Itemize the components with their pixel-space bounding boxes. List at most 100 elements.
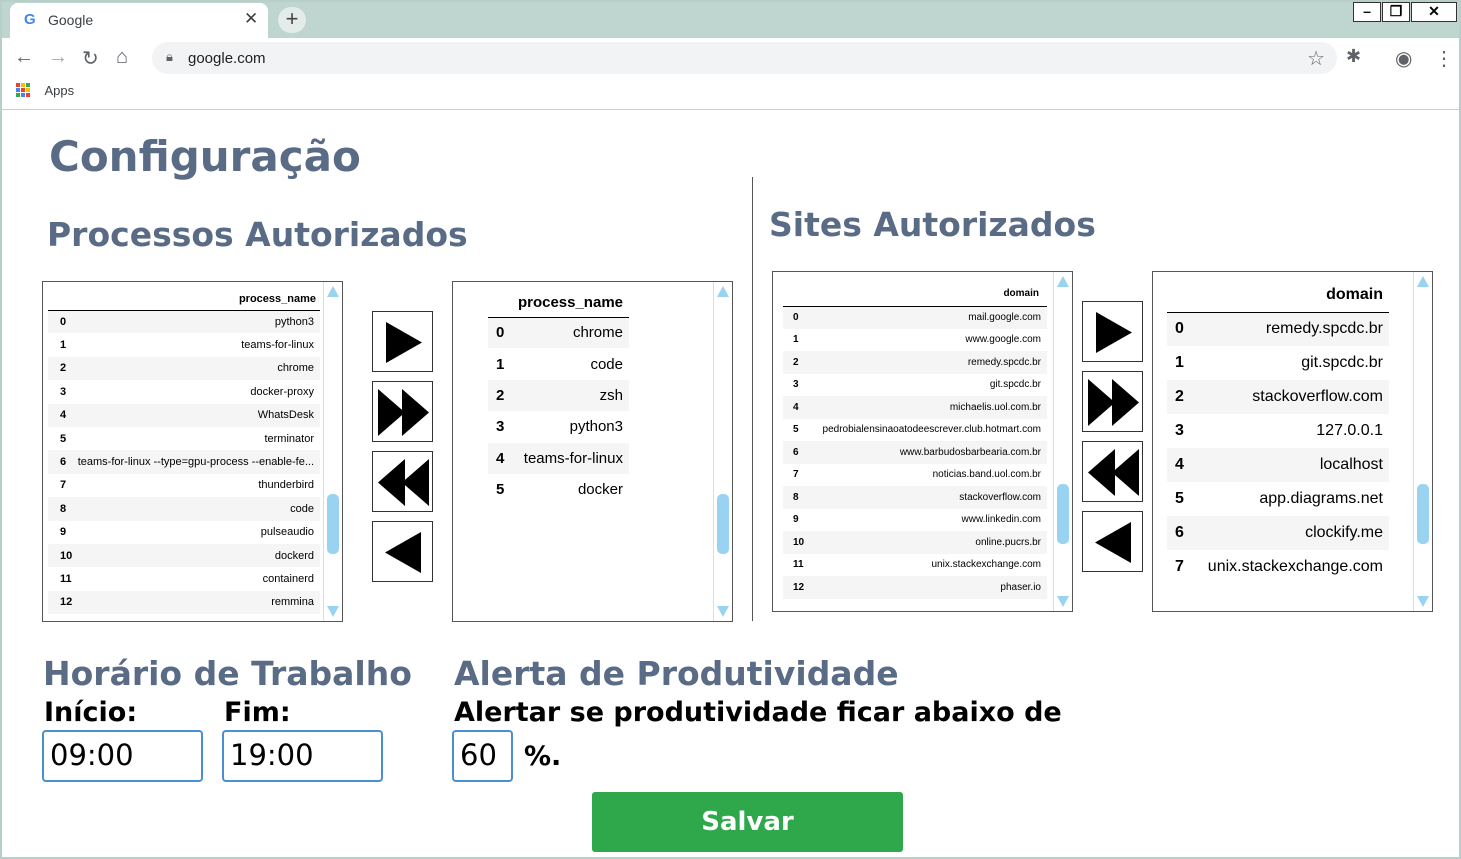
- scrollbar[interactable]: [323, 282, 342, 621]
- move-all-right-button[interactable]: [372, 381, 433, 442]
- reload-icon[interactable]: ↻: [82, 46, 99, 71]
- forward-icon[interactable]: →: [48, 46, 68, 69]
- save-button[interactable]: Salvar: [592, 792, 903, 852]
- available-sites-table[interactable]: domain 0 mail.google.com 1 www.google.com 2 r…: [772, 271, 1073, 612]
- scroll-up-icon[interactable]: [1057, 276, 1069, 287]
- table-row[interactable]: 1 code: [488, 348, 629, 379]
- scrollbar[interactable]: [1053, 272, 1072, 611]
- table-row[interactable]: 3 python3: [488, 411, 629, 442]
- table-row[interactable]: 6 teams-for-linux --type=gpu-process --en…: [48, 450, 320, 474]
- page-content: Configuração Processos Autorizados Sites…: [2, 110, 1459, 859]
- close-tab-icon[interactable]: ✕: [244, 9, 258, 29]
- new-tab-button[interactable]: +: [278, 7, 306, 33]
- productivity-heading: Alerta de Produtividade: [454, 654, 899, 693]
- table-row[interactable]: 3 127.0.0.1: [1167, 414, 1389, 448]
- move-selected-left-button[interactable]: [372, 521, 433, 582]
- table-row[interactable]: 4 teams-for-linux: [488, 442, 629, 474]
- processes-heading: Processos Autorizados: [47, 215, 468, 254]
- table-row[interactable]: 2 zsh: [488, 379, 629, 412]
- table-row[interactable]: 5 terminator: [48, 427, 320, 450]
- bookmark-apps[interactable]: Apps: [16, 82, 74, 100]
- table-row[interactable]: 0 chrome: [488, 317, 629, 349]
- scroll-down-icon[interactable]: [1417, 596, 1429, 607]
- row-value: python3: [72, 310, 320, 334]
- move-selected-left-button[interactable]: [1082, 511, 1143, 572]
- authorized-sites-table[interactable]: domain 0 remedy.spcdc.br 1 git.spcdc.br 2 sta…: [1152, 271, 1433, 612]
- scroll-thumb[interactable]: [327, 494, 339, 554]
- table-row[interactable]: 12 remmina: [48, 590, 320, 615]
- scroll-down-icon[interactable]: [327, 606, 339, 617]
- move-all-left-button[interactable]: [1082, 441, 1143, 502]
- table-row[interactable]: 0 python3: [48, 310, 320, 334]
- table-row[interactable]: 10 online.pucrs.br: [783, 531, 1047, 554]
- table-row[interactable]: 2 chrome: [48, 356, 320, 381]
- available-processes-table[interactable]: process_name 0 python3 1 teams-for-linux 2 ch…: [42, 281, 343, 622]
- table-row[interactable]: 1 www.google.com: [783, 329, 1047, 352]
- table-row[interactable]: 0 remedy.spcdc.br: [1167, 312, 1389, 346]
- table-row[interactable]: 12 phaser.io: [783, 576, 1047, 599]
- table-row[interactable]: 4 michaelis.uol.com.br: [783, 396, 1047, 419]
- table-row[interactable]: 5 docker: [488, 474, 629, 505]
- home-icon[interactable]: ⌂: [116, 46, 128, 69]
- table-row[interactable]: 2 stackoverflow.com: [1167, 380, 1389, 414]
- table-row[interactable]: 8 code: [48, 497, 320, 521]
- back-icon[interactable]: ←: [14, 46, 34, 69]
- menu-icon[interactable]: ⋮: [1434, 46, 1454, 71]
- restore-icon[interactable]: ❐: [1382, 2, 1410, 22]
- scrollbar[interactable]: [713, 282, 732, 621]
- table-row[interactable]: 6 clockify.me: [1167, 516, 1389, 550]
- table-row[interactable]: 7 unix.stackexchange.com: [1167, 550, 1389, 584]
- table-row[interactable]: 9 www.linkedin.com: [783, 509, 1047, 532]
- account-icon[interactable]: ◉: [1395, 46, 1412, 71]
- table-row[interactable]: 0 mail.google.com: [783, 306, 1047, 329]
- scroll-up-icon[interactable]: [327, 286, 339, 297]
- row-value: unix.stackexchange.com: [931, 559, 1041, 571]
- row-value: localhost: [1185, 448, 1389, 482]
- table-row[interactable]: 1 git.spcdc.br: [1167, 346, 1389, 380]
- row-value: unix.stackexchange.com: [1207, 558, 1383, 575]
- table-row[interactable]: 11 containerd: [48, 567, 320, 590]
- move-all-right-button[interactable]: [1082, 371, 1143, 432]
- move-selected-right-button[interactable]: [372, 311, 433, 372]
- scroll-thumb[interactable]: [1417, 484, 1429, 544]
- scroll-up-icon[interactable]: [717, 286, 729, 297]
- address-bar[interactable]: 🔒︎ google.com ☆: [152, 42, 1337, 74]
- table-row[interactable]: 10 dockerd: [48, 543, 320, 568]
- row-value: git.spcdc.br: [1301, 354, 1383, 371]
- close-window-icon[interactable]: ✕: [1411, 2, 1457, 22]
- scroll-thumb[interactable]: [717, 494, 729, 554]
- scroll-up-icon[interactable]: [1417, 276, 1429, 287]
- end-time-input[interactable]: 19:00: [222, 730, 383, 782]
- authorized-processes-table[interactable]: process_name 0 chrome 1 code 2 zsh 3 python3 4 te…: [452, 281, 733, 622]
- table-row[interactable]: 5 app.diagrams.net: [1167, 482, 1389, 516]
- row-value: chrome: [506, 317, 629, 349]
- extensions-icon[interactable]: ✱: [1346, 46, 1361, 67]
- table-row[interactable]: 7 noticias.band.uol.com.br: [783, 464, 1047, 487]
- scroll-down-icon[interactable]: [1057, 596, 1069, 607]
- move-all-left-button[interactable]: [372, 451, 433, 512]
- table-row[interactable]: 9 pulseaudio: [48, 521, 320, 544]
- browser-tab[interactable]: G Google ✕: [10, 3, 268, 38]
- table-row[interactable]: 5 pedrobialensinaoatodeescrever.club.hotm…: [783, 419, 1047, 442]
- table-row[interactable]: 3 docker-proxy: [48, 380, 320, 403]
- table-row[interactable]: 6 www.barbudosbarbearia.com.br: [783, 441, 1047, 464]
- table-row[interactable]: 3 git.spcdc.br: [783, 374, 1047, 397]
- star-icon[interactable]: ☆: [1307, 46, 1325, 71]
- table-row[interactable]: 4 localhost: [1167, 448, 1389, 482]
- table-row[interactable]: 2 remedy.spcdc.br: [783, 351, 1047, 374]
- table-row[interactable]: 8 stackoverflow.com: [783, 486, 1047, 509]
- page-title: Configuração: [49, 132, 361, 181]
- table-row[interactable]: 11 unix.stackexchange.com: [783, 554, 1047, 577]
- scroll-thumb[interactable]: [1057, 484, 1069, 544]
- move-selected-right-button[interactable]: [1082, 301, 1143, 362]
- scroll-down-icon[interactable]: [717, 606, 729, 617]
- scrollbar[interactable]: [1413, 272, 1432, 611]
- minimize-icon[interactable]: –: [1353, 2, 1381, 22]
- start-time-input[interactable]: 09:00: [42, 730, 203, 782]
- table-row[interactable]: 1 teams-for-linux: [48, 333, 320, 356]
- row-index: 11: [793, 559, 804, 571]
- row-index: 9: [793, 514, 799, 526]
- table-row[interactable]: 4 WhatsDesk: [48, 403, 320, 427]
- table-row[interactable]: 7 thunderbird: [48, 474, 320, 497]
- productivity-threshold-input[interactable]: 60: [452, 730, 513, 782]
